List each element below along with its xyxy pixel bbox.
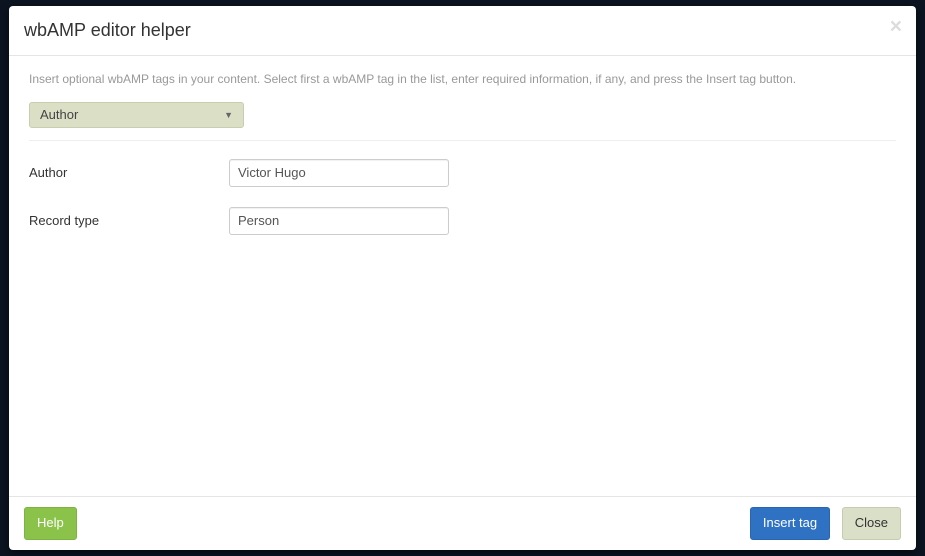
separator	[29, 140, 896, 141]
author-label: Author	[29, 165, 229, 180]
wbamp-editor-helper-modal: wbAMP editor helper × Insert optional wb…	[9, 6, 916, 550]
author-row: Author	[29, 159, 896, 187]
insert-tag-button[interactable]: Insert tag	[750, 507, 830, 540]
close-icon[interactable]: ×	[890, 16, 902, 37]
intro-text: Insert optional wbAMP tags in your conte…	[29, 71, 896, 88]
footer-right: Insert tag Close	[742, 507, 901, 540]
author-input[interactable]	[229, 159, 449, 187]
modal-header: wbAMP editor helper ×	[9, 6, 916, 56]
modal-title: wbAMP editor helper	[24, 18, 901, 43]
modal-footer: Help Insert tag Close	[9, 496, 916, 550]
modal-body: Insert optional wbAMP tags in your conte…	[9, 56, 916, 496]
record-type-label: Record type	[29, 213, 229, 228]
chevron-down-icon: ▼	[224, 110, 233, 120]
record-type-input[interactable]	[229, 207, 449, 235]
close-button[interactable]: Close	[842, 507, 901, 540]
tag-type-selected: Author	[40, 107, 78, 122]
tag-type-select[interactable]: Author ▼	[29, 102, 244, 128]
record-type-row: Record type	[29, 207, 896, 235]
tag-select-wrap: Author ▼	[29, 102, 896, 128]
help-button[interactable]: Help	[24, 507, 77, 540]
